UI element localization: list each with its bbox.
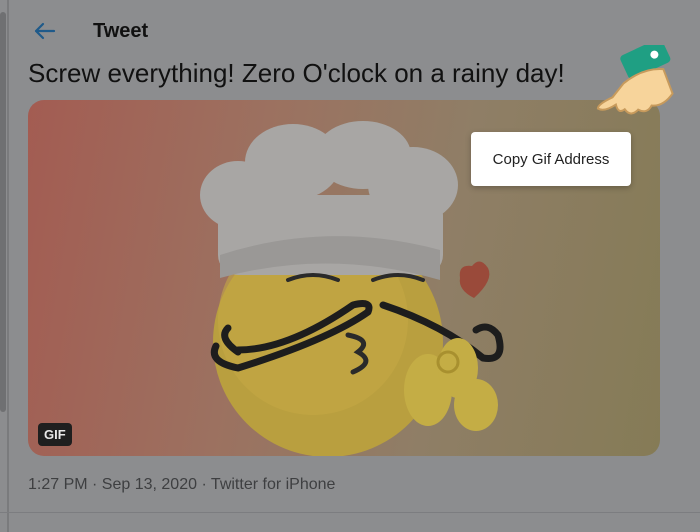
scrollbar[interactable] [0,12,6,412]
context-menu: Copy Gif Address [471,132,631,186]
arrow-left-icon [34,22,56,40]
tweet-page: Tweet Screw everything! Zero O'clock on … [0,0,700,532]
page-title: Tweet [93,19,149,42]
pointing-hand-icon [596,45,674,115]
divider [0,512,700,513]
tweet-header: Tweet [30,14,148,48]
page-left-border [7,0,9,532]
tweet-text: Screw everything! Zero O'clock on a rain… [28,58,565,88]
gif-badge: GIF [38,423,72,446]
tweet-timestamp: 1:27 PM · Sep 13, 2020 · Twitter for iPh… [28,476,336,493]
menu-item-copy-gif-address[interactable]: Copy Gif Address [493,151,610,168]
back-button[interactable] [30,16,60,46]
